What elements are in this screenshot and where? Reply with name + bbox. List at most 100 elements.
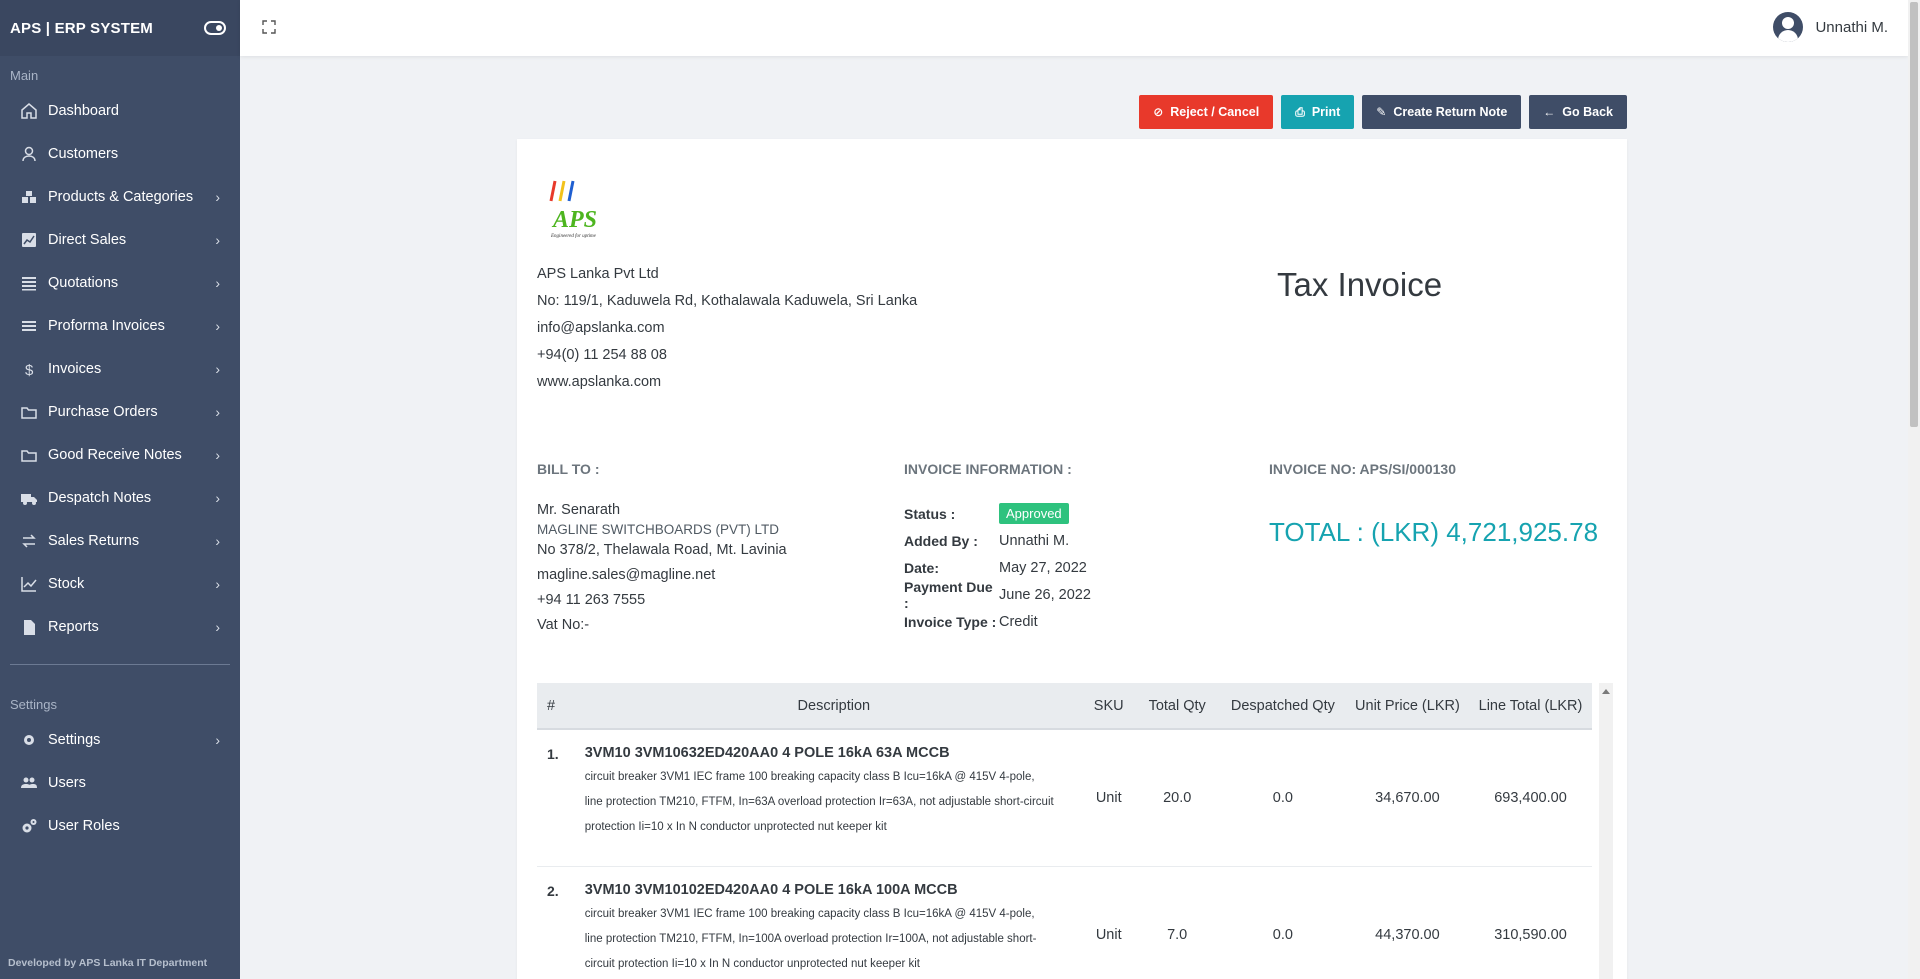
sidebar-item-purchase-orders[interactable]: Purchase Orders › <box>0 390 240 433</box>
line-chart-icon <box>20 575 38 593</box>
sidebar-item-label: Stock <box>48 575 85 592</box>
user-icon <box>22 146 36 161</box>
date-value: May 27, 2022 <box>999 559 1087 576</box>
gear-icon <box>24 734 34 745</box>
row-total-qty: 7.0 <box>1167 927 1188 943</box>
user-menu[interactable]: Unnathi M. <box>1773 12 1888 42</box>
chevron-right-icon: › <box>215 446 220 463</box>
invoice-total: TOTAL : (LKR) 4,721,925.78 <box>1269 517 1599 547</box>
row-total-qty: 20.0 <box>1163 790 1192 806</box>
sidebar-item-users[interactable]: Users <box>0 761 240 804</box>
truck-icon <box>21 493 37 505</box>
sidebar-item-label: Users <box>48 774 86 791</box>
sidebar-item-stock[interactable]: Stock › <box>0 562 240 605</box>
page-scroll-thumb[interactable] <box>1910 2 1918 427</box>
folder-open-icon <box>20 403 38 421</box>
truck-icon <box>20 489 38 507</box>
file-icon <box>24 619 35 635</box>
reject-cancel-label: Reject / Cancel <box>1170 105 1260 119</box>
bars-icon <box>20 317 38 335</box>
fullscreen-icon[interactable] <box>262 20 276 34</box>
sidebar-item-invoices[interactable]: $ Invoices › <box>0 347 240 390</box>
chevron-right-icon: › <box>215 731 220 748</box>
company-address: No: 119/1, Kaduwela Rd, Kothalawala Kadu… <box>537 293 918 309</box>
svg-text:$: $ <box>25 362 34 378</box>
reject-cancel-button[interactable]: ⊘ Reject / Cancel <box>1139 95 1274 129</box>
header-description: Description <box>797 697 871 714</box>
bars-icon <box>22 320 36 331</box>
print-label: Print <box>1311 105 1341 119</box>
print-button[interactable]: ⎙ Print <box>1281 95 1355 129</box>
user-name[interactable]: Unnathi M. <box>1815 19 1888 36</box>
main-nav: Dashboard Customers Products & Categories ›… <box>0 89 240 648</box>
invoice-actions: ⊘ Reject / Cancel ⎙ Print ✎ Create Retur… <box>1139 95 1627 129</box>
table-header: # Description SKU Total Qty Despatched Q… <box>537 683 1592 730</box>
section-label-main: Main <box>10 68 39 83</box>
row-line-total: 693,400.00 <box>1494 790 1567 806</box>
row-unit-price: 34,670.00 <box>1375 790 1440 806</box>
company-info: APS Lanka Pvt Ltd No: 119/1, Kaduwela Rd… <box>537 261 917 396</box>
company-email: info@apslanka.com <box>537 320 665 336</box>
users-icon <box>20 774 38 792</box>
table-scrollbar[interactable] <box>1599 683 1613 979</box>
header-despatched-qty: Despatched Qty <box>1230 697 1335 714</box>
status-key: Status : <box>904 505 956 522</box>
page-scrollbar[interactable] <box>1908 0 1920 979</box>
added-by-row: Added By : Unnathi M. <box>904 527 1091 554</box>
print-icon: ⎙ <box>1295 104 1305 119</box>
table-row: 1. 3VM10 3VM10632ED420AA0 4 POLE 16kA 63A… <box>537 730 1592 867</box>
page-title: Tax Invoice <box>1277 266 1443 303</box>
sidebar-item-dashboard[interactable]: Dashboard <box>0 89 240 132</box>
sidebar-toggle-icon[interactable] <box>204 21 226 35</box>
added-by-key: Added By : <box>904 532 978 549</box>
sidebar-item-direct-sales[interactable]: Direct Sales › <box>0 218 240 261</box>
sidebar-item-user-roles[interactable]: User Roles <box>0 804 240 847</box>
sidebar-item-quotations[interactable]: Quotations › <box>0 261 240 304</box>
sidebar-item-despatch-notes[interactable]: Despatch Notes › <box>0 476 240 519</box>
status-badge: Approved <box>999 503 1069 524</box>
file-icon <box>20 618 38 636</box>
row-description: 3VM10 3VM10632ED420AA0 4 POLE 16kA 63A M… <box>585 730 1083 840</box>
sidebar-item-reports[interactable]: Reports › <box>0 605 240 648</box>
sidebar-item-products-categories[interactable]: Products & Categories › <box>0 175 240 218</box>
header-number: # <box>547 697 556 714</box>
sidebar-item-customers[interactable]: Customers <box>0 132 240 175</box>
row-sku: Unit <box>1095 927 1122 943</box>
chevron-right-icon: › <box>215 231 220 248</box>
gears-icon <box>20 817 38 835</box>
chevron-right-icon: › <box>215 575 220 592</box>
brand-title: APS | ERP SYSTEM <box>10 19 153 37</box>
sidebar-item-settings[interactable]: Settings › <box>0 718 240 761</box>
company-phone: +94(0) 11 254 88 08 <box>537 347 667 363</box>
sidebar-item-good-receive-notes[interactable]: Good Receive Notes › <box>0 433 240 476</box>
top-bar: Unnathi M. <box>240 0 1908 56</box>
row-unit-price: 44,370.00 <box>1375 927 1440 943</box>
chart-area-icon <box>22 232 36 247</box>
sidebar-item-proforma-invoices[interactable]: Proforma Invoices › <box>0 304 240 347</box>
sidebar: APS | ERP SYSTEM Main Dashboard Customers… <box>0 0 240 979</box>
folder-open-icon <box>21 406 37 419</box>
create-return-note-button[interactable]: ✎ Create Return Note <box>1362 95 1522 129</box>
create-return-note-label: Create Return Note <box>1393 105 1508 119</box>
settings-nav: Settings › Users User Roles <box>0 718 240 847</box>
payment-due-value: June 26, 2022 <box>999 586 1091 603</box>
sidebar-item-sales-returns[interactable]: Sales Returns › <box>0 519 240 562</box>
row-sku: Unit <box>1095 790 1122 806</box>
line-chart-icon <box>21 576 37 592</box>
bill-phone: +94 11 263 7555 <box>537 592 646 608</box>
invoice-info-block: Status : Approved Added By : Unnathi M. … <box>904 500 1091 635</box>
row-despatched-qty: 0.0 <box>1272 927 1293 943</box>
sidebar-item-label: Invoices <box>48 360 102 377</box>
header-sku: SKU <box>1093 697 1124 714</box>
bill-to-heading: BILL TO : <box>537 461 600 477</box>
go-back-button[interactable]: ← Go Back <box>1529 95 1627 129</box>
dollar-icon: $ <box>25 362 34 378</box>
arrow-left-icon: ← <box>1543 105 1556 119</box>
bill-to-block: Mr. Senarath MAGLINE SWITCHBOARDS (PVT) … <box>537 500 787 635</box>
dollar-icon: $ <box>20 360 38 378</box>
header-line-total: Line Total (LKR) <box>1478 697 1583 714</box>
avatar[interactable] <box>1773 12 1804 42</box>
invoice-type-value: Credit <box>999 613 1038 630</box>
header-total-qty: Total Qty <box>1148 697 1206 714</box>
invoice-card: APS Engineered for uptime APS Lanka Pvt … <box>517 139 1627 979</box>
